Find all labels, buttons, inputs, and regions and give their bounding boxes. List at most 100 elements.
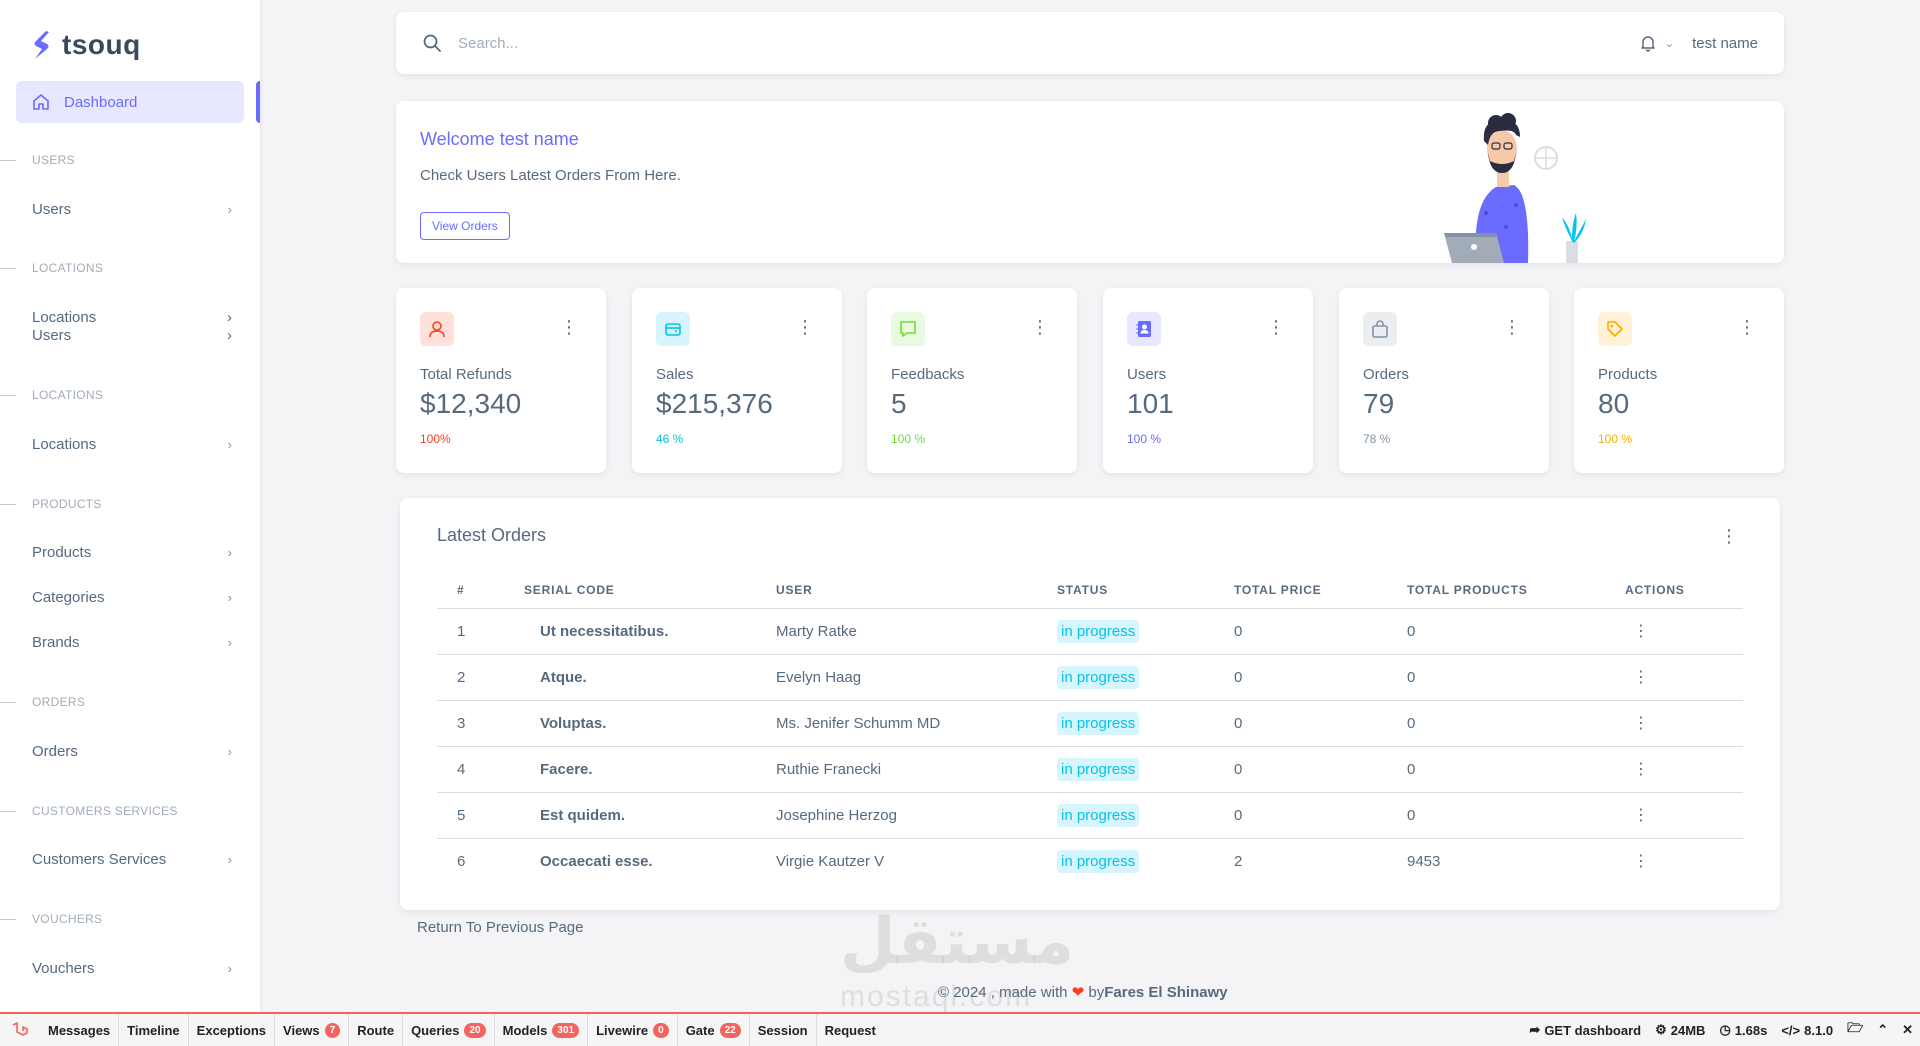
debug-route[interactable]: ➦ GET dashboard xyxy=(1522,1022,1648,1038)
sidebar-item-locations[interactable]: Locations › xyxy=(32,436,232,453)
user-menu-name[interactable]: test name xyxy=(1692,35,1758,52)
chevron-right-icon: › xyxy=(227,545,232,560)
debug-tab-queries[interactable]: Queries 20 xyxy=(403,1014,495,1046)
stat-label: Orders xyxy=(1363,366,1409,383)
more-vertical-icon[interactable]: ⋮ xyxy=(1625,654,1743,701)
sidebar-item-dashboard[interactable]: Dashboard xyxy=(16,81,244,123)
more-vertical-icon[interactable]: ⋮ xyxy=(1267,318,1285,336)
stat-label: Users xyxy=(1127,366,1167,383)
chevron-right-icon: › xyxy=(227,202,232,217)
welcome-card: Welcome test name Check Users Latest Ord… xyxy=(396,101,1784,263)
close-icon[interactable]: ✕ xyxy=(1895,1022,1920,1038)
more-vertical-icon[interactable]: ⋮ xyxy=(560,318,578,336)
chevron-right-icon: › xyxy=(227,852,232,867)
more-vertical-icon[interactable]: ⋮ xyxy=(1625,700,1743,747)
sidebar-item-label: Users xyxy=(32,327,72,344)
chevron-right-icon: › xyxy=(227,437,232,452)
debug-tab-views[interactable]: Views 7 xyxy=(275,1014,350,1046)
sidebar-item-vouchers[interactable]: Vouchers › xyxy=(32,960,232,977)
chevron-right-icon: › xyxy=(227,635,232,650)
shopping-bag-icon xyxy=(1363,312,1397,346)
more-vertical-icon[interactable]: ⋮ xyxy=(1625,838,1743,884)
debug-tab-timeline[interactable]: Timeline xyxy=(119,1014,189,1046)
column-header-status: STATUS xyxy=(1057,572,1234,609)
debug-tab-request[interactable]: Request xyxy=(817,1014,884,1046)
footer-author[interactable]: Fares El Shinawy xyxy=(1104,984,1227,1001)
stat-card-sales: ⋮ Sales $215,376 46 % xyxy=(632,288,842,473)
more-vertical-icon[interactable]: ⋮ xyxy=(1625,746,1743,793)
order-total-products: 0 xyxy=(1407,608,1625,655)
debug-tab-route[interactable]: Route xyxy=(349,1014,404,1046)
more-vertical-icon[interactable]: ⋮ xyxy=(1720,526,1738,547)
order-number: 1 xyxy=(437,608,524,655)
debug-count-badge: 0 xyxy=(653,1022,669,1038)
stat-value: 79 xyxy=(1363,388,1395,419)
sidebar-item-label: Brands xyxy=(32,634,80,651)
user-icon xyxy=(420,312,454,346)
debug-tab-label: Queries xyxy=(411,1022,460,1038)
debug-tab-models[interactable]: Models 301 xyxy=(495,1014,589,1046)
contact-book-icon xyxy=(1127,312,1161,346)
stat-value: $215,376 xyxy=(656,388,773,419)
stat-card-products: ⋮ Products 80 100 % xyxy=(1574,288,1784,473)
message-icon xyxy=(891,312,925,346)
stat-label: Products xyxy=(1598,366,1658,383)
order-total-price: 2 xyxy=(1234,852,1243,870)
order-total-products: 0 xyxy=(1407,792,1625,839)
sidebar-item-brands[interactable]: Brands › xyxy=(32,634,232,651)
sidebar-item-label: Categories xyxy=(32,589,105,606)
debug-tab-exceptions[interactable]: Exceptions xyxy=(189,1014,276,1046)
active-indicator xyxy=(256,81,260,123)
search-icon[interactable] xyxy=(422,33,442,53)
more-vertical-icon[interactable]: ⋮ xyxy=(1031,318,1049,336)
debug-tab-gate[interactable]: Gate 22 xyxy=(678,1014,750,1046)
order-user: Ruthie Franecki xyxy=(776,746,1057,793)
folder-icon[interactable]: 🗁 xyxy=(1840,1019,1870,1041)
code-icon: </> xyxy=(1781,1022,1801,1038)
debug-tab-session[interactable]: Session xyxy=(750,1014,817,1046)
return-to-previous-page-link[interactable]: Return To Previous Page xyxy=(417,919,584,936)
order-user: Evelyn Haag xyxy=(776,654,1057,701)
order-serial: Voluptas. xyxy=(524,700,776,747)
order-user: Virgie Kautzer V xyxy=(776,852,885,870)
sidebar-item-customers-services[interactable]: Customers Services › xyxy=(32,851,232,868)
order-total-products: 0 xyxy=(1407,746,1625,793)
order-total-products: 0 xyxy=(1407,700,1625,747)
debug-memory: ⚙ 24MB xyxy=(1648,1022,1712,1038)
debug-count-badge: 7 xyxy=(324,1022,341,1038)
more-vertical-icon[interactable]: ⋮ xyxy=(1738,318,1756,336)
stat-percent: 100% xyxy=(420,432,451,446)
brand[interactable]: tsouq xyxy=(0,0,260,90)
more-vertical-icon[interactable]: ⋮ xyxy=(796,318,814,336)
chevron-up-icon[interactable]: ⌃ xyxy=(1870,1022,1895,1038)
debug-tab-label: Route xyxy=(357,1022,395,1038)
sidebar-item-locations-users[interactable]: Locations › Users › xyxy=(32,309,232,345)
cogs-icon: ⚙ xyxy=(1655,1022,1667,1037)
bell-icon[interactable] xyxy=(1639,34,1657,52)
welcome-subtitle: Check Users Latest Orders From Here. xyxy=(420,167,681,184)
order-serial: Facere. xyxy=(524,746,776,793)
chevron-right-icon: › xyxy=(227,590,232,605)
more-vertical-icon[interactable]: ⋮ xyxy=(1625,792,1743,839)
sidebar-item-orders[interactable]: Orders › xyxy=(32,743,232,760)
sidebar-item-products[interactable]: Products › xyxy=(32,544,232,561)
section-customers-services: CUSTOMERS SERVICES xyxy=(0,804,178,818)
debug-count-badge: 20 xyxy=(464,1022,486,1038)
clock-icon: ◷ xyxy=(1719,1022,1731,1037)
order-status-cell: in progress xyxy=(1057,792,1234,839)
more-vertical-icon[interactable]: ⋮ xyxy=(1503,318,1521,336)
sidebar-item-users[interactable]: Users › xyxy=(32,201,232,218)
view-orders-button[interactable]: View Orders xyxy=(420,212,510,240)
debug-tab-messages[interactable]: Messages xyxy=(40,1014,120,1046)
laravel-logo-icon[interactable] xyxy=(0,1014,40,1046)
stat-card-feedbacks: ⋮ Feedbacks 5 100 % xyxy=(867,288,1077,473)
top-navbar: ⌄ test name xyxy=(396,12,1784,74)
more-vertical-icon[interactable]: ⋮ xyxy=(1625,608,1743,655)
debug-time: ◷ 1.68s xyxy=(1712,1022,1774,1038)
chevron-down-icon[interactable]: ⌄ xyxy=(1665,37,1674,50)
sidebar-item-categories[interactable]: Categories › xyxy=(32,589,232,606)
chevron-right-icon: › xyxy=(227,961,232,976)
search-input[interactable] xyxy=(458,34,1639,52)
debug-tab-livewire[interactable]: Livewire 0 xyxy=(588,1014,678,1046)
stat-percent: 100 % xyxy=(1127,432,1162,446)
